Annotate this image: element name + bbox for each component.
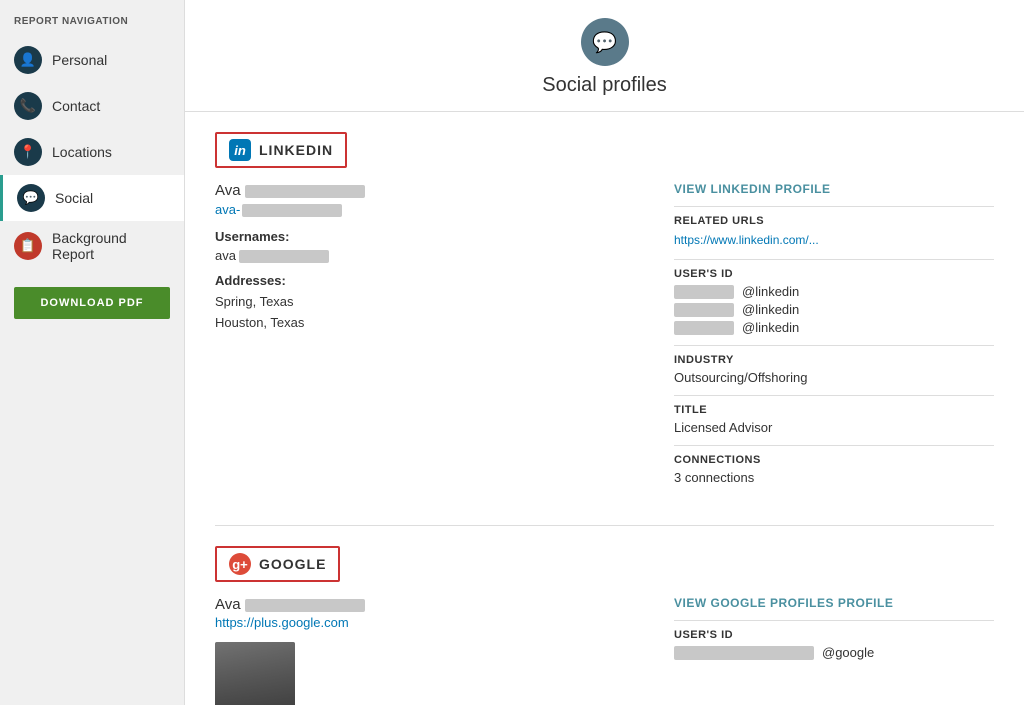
- google-photo: [215, 642, 295, 705]
- linkedin-industry-section: INDUSTRY Outsourcing/Offshoring: [674, 345, 994, 385]
- linkedin-right: VIEW LINKEDIN PROFILE RELATED URLS https…: [674, 182, 994, 495]
- linkedin-connections-label: CONNECTIONS: [674, 454, 994, 466]
- page-header: 💬 Social profiles: [185, 0, 1024, 112]
- personal-icon: 👤: [14, 46, 42, 74]
- linkedin-related-urls-section: RELATED URLS https://www.linkedin.com/..…: [674, 206, 994, 249]
- linkedin-related-urls-label: RELATED URLS: [674, 215, 994, 227]
- user-id-row-3: @linkedin: [674, 320, 994, 335]
- linkedin-addresses-label: Addresses:: [215, 273, 644, 288]
- contact-icon: 📞: [14, 92, 42, 120]
- google-user-id-suffix: @google: [822, 645, 874, 660]
- section-divider: [215, 525, 994, 526]
- user-id-blurred-1: [674, 285, 734, 299]
- google-body: Ava https://plus.google.com VIEW GOOGLE …: [215, 596, 994, 705]
- sidebar-title: REPORT NAVIGATION: [0, 16, 184, 37]
- sidebar-item-contact[interactable]: 📞 Contact: [0, 83, 184, 129]
- linkedin-user-id-label: USER'S ID: [674, 268, 994, 280]
- user-id-value-1: @linkedin: [742, 284, 799, 299]
- linkedin-card: in LINKEDIN Ava ava- Usernames: ava Addr…: [215, 132, 994, 495]
- sidebar-item-contact-label: Contact: [52, 98, 100, 114]
- google-platform-name: GOOGLE: [259, 556, 326, 572]
- google-user-id-row: @google: [674, 645, 994, 660]
- background-icon: 📋: [14, 232, 42, 260]
- google-user-id-section: USER'S ID @google: [674, 620, 994, 660]
- sidebar-item-background-label: Background Report: [52, 230, 170, 262]
- view-linkedin-link[interactable]: VIEW LINKEDIN PROFILE: [674, 182, 994, 196]
- user-id-blurred-2: [674, 303, 734, 317]
- download-pdf-button[interactable]: DOWNLOAD PDF: [14, 287, 170, 319]
- linkedin-username-label: Usernames:: [215, 229, 644, 244]
- sidebar-item-personal[interactable]: 👤 Personal: [0, 37, 184, 83]
- sidebar-item-locations[interactable]: 📍 Locations: [0, 129, 184, 175]
- header-icon: 💬: [581, 18, 629, 66]
- linkedin-industry-label: INDUSTRY: [674, 354, 994, 366]
- linkedin-connections-section: CONNECTIONS 3 connections: [674, 445, 994, 485]
- google-header: g+ GOOGLE: [215, 546, 340, 582]
- linkedin-industry-value: Outsourcing/Offshoring: [674, 370, 994, 385]
- content-area: in LINKEDIN Ava ava- Usernames: ava Addr…: [185, 112, 1024, 705]
- sidebar-item-social-label: Social: [55, 190, 93, 206]
- linkedin-user-id-section: USER'S ID @linkedin @linkedin @linkedin: [674, 259, 994, 335]
- sidebar-item-social[interactable]: 💬 Social: [0, 175, 184, 221]
- google-person-link[interactable]: https://plus.google.com: [215, 615, 644, 630]
- google-card: g+ GOOGLE Ava https://plus.google.com VI…: [215, 546, 994, 705]
- linkedin-title-section: TITLE Licensed Advisor: [674, 395, 994, 435]
- social-icon: 💬: [17, 184, 45, 212]
- linkedin-person-link[interactable]: ava-: [215, 202, 342, 217]
- user-id-row-2: @linkedin: [674, 302, 994, 317]
- google-left: Ava https://plus.google.com: [215, 596, 644, 705]
- user-id-value-3: @linkedin: [742, 320, 799, 335]
- linkedin-body: Ava ava- Usernames: ava Addresses: Sprin…: [215, 182, 994, 495]
- google-right: VIEW GOOGLE PROFILES PROFILE USER'S ID @…: [674, 596, 994, 705]
- google-user-id-blurred: [674, 646, 814, 660]
- linkedin-left: Ava ava- Usernames: ava Addresses: Sprin…: [215, 182, 644, 495]
- locations-icon: 📍: [14, 138, 42, 166]
- google-user-id-label: USER'S ID: [674, 629, 994, 641]
- linkedin-header: in LINKEDIN: [215, 132, 347, 168]
- main-content: 💬 Social profiles in LINKEDIN Ava ava- U…: [185, 0, 1024, 705]
- view-google-link[interactable]: VIEW GOOGLE PROFILES PROFILE: [674, 596, 994, 610]
- google-icon: g+: [229, 553, 251, 575]
- sidebar: REPORT NAVIGATION 👤 Personal 📞 Contact 📍…: [0, 0, 185, 705]
- linkedin-related-url[interactable]: https://www.linkedin.com/...: [674, 233, 819, 247]
- linkedin-connections-value: 3 connections: [674, 470, 994, 485]
- linkedin-icon: in: [229, 139, 251, 161]
- linkedin-address1: Spring, Texas: [215, 292, 644, 313]
- google-person-name: Ava: [215, 596, 644, 613]
- linkedin-address2: Houston, Texas: [215, 313, 644, 334]
- linkedin-username-value: ava: [215, 248, 644, 263]
- sidebar-item-background[interactable]: 📋 Background Report: [0, 221, 184, 271]
- linkedin-platform-name: LINKEDIN: [259, 142, 333, 158]
- linkedin-title-label: TITLE: [674, 404, 994, 416]
- linkedin-title-value: Licensed Advisor: [674, 420, 994, 435]
- linkedin-person-name: Ava: [215, 182, 644, 199]
- user-id-value-2: @linkedin: [742, 302, 799, 317]
- user-id-blurred-3: [674, 321, 734, 335]
- user-id-row-1: @linkedin: [674, 284, 994, 299]
- page-title: Social profiles: [185, 74, 1024, 97]
- sidebar-item-locations-label: Locations: [52, 144, 112, 160]
- sidebar-item-personal-label: Personal: [52, 52, 107, 68]
